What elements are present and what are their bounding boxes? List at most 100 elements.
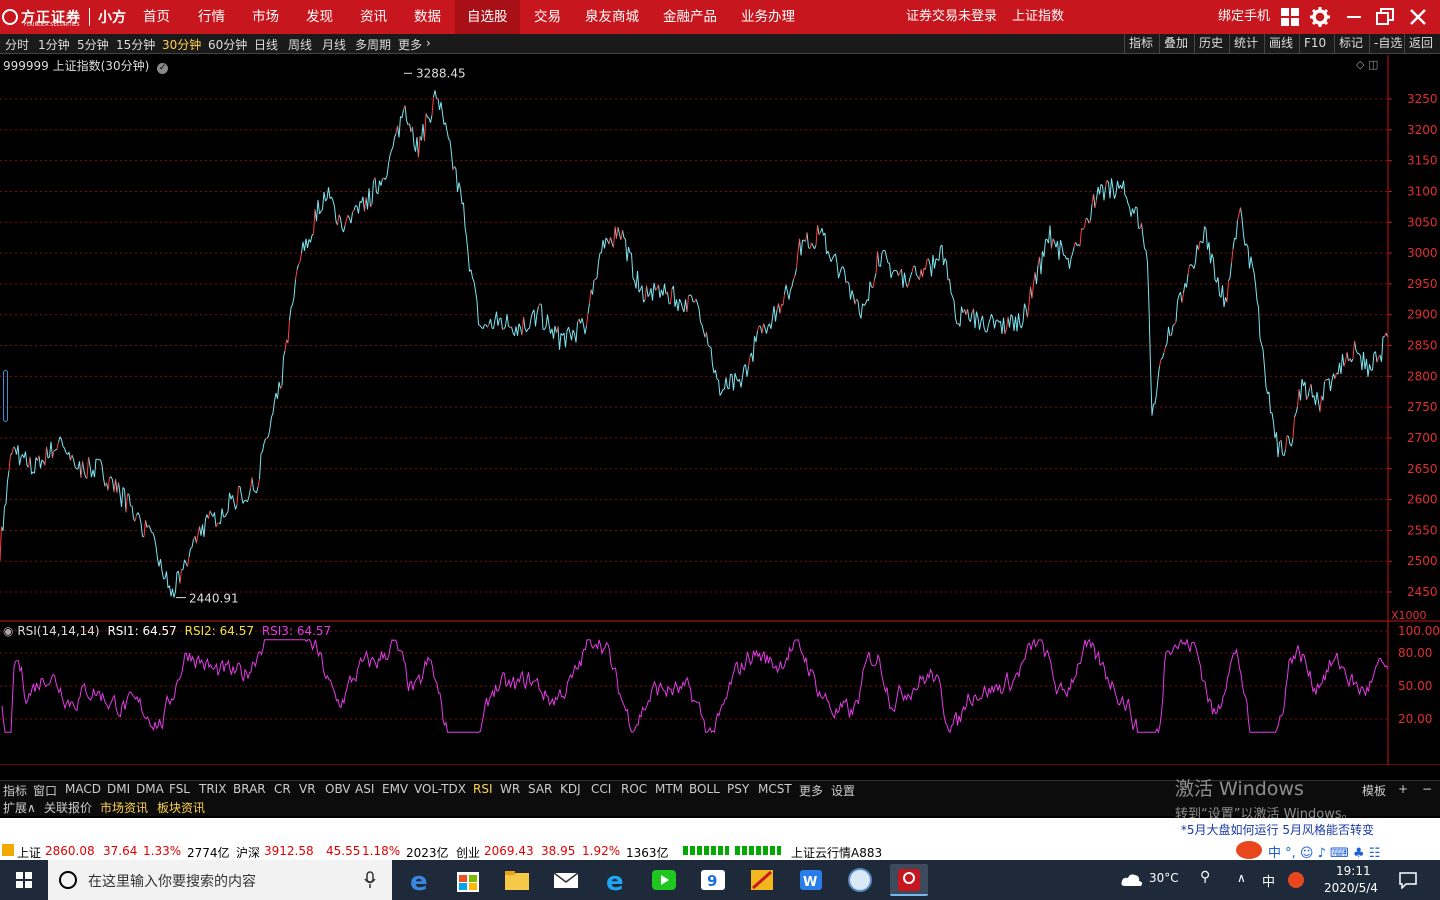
close-icon[interactable] <box>1407 6 1429 28</box>
clock-time[interactable]: 19:11 <box>1336 864 1371 878</box>
ime-indicator[interactable]: 中 <box>1262 871 1275 890</box>
indicator-tab[interactable]: OBV <box>325 782 351 796</box>
indicator-tab[interactable]: EMV <box>382 782 408 796</box>
indicator-tab[interactable]: CR <box>274 782 291 796</box>
chart-scroll-handle[interactable] <box>3 370 8 422</box>
topnav-item[interactable]: 发现 <box>294 0 345 34</box>
weather-temp[interactable]: 30°C <box>1149 871 1179 885</box>
grid-menu-icon[interactable] <box>1279 6 1301 28</box>
indicator-tab[interactable]: CCI <box>591 782 611 796</box>
cy-label[interactable]: 创业 <box>456 844 480 861</box>
store-icon[interactable] <box>449 864 487 896</box>
indicator-tab[interactable]: MCST <box>758 782 792 796</box>
indicator-tab[interactable]: VR <box>299 782 316 796</box>
hs-label[interactable]: 沪深 <box>236 844 260 861</box>
file-explorer-icon[interactable] <box>498 864 536 896</box>
rsi-collapse-icon[interactable]: ◉ <box>3 624 13 638</box>
topnav-item[interactable]: 行情 <box>186 0 237 34</box>
topnav-item[interactable]: 业务办理 <box>729 0 807 34</box>
edge-icon[interactable]: e <box>400 864 438 897</box>
toolbar-button[interactable]: 历史 <box>1194 34 1227 54</box>
add-indicator-button[interactable]: + <box>1398 782 1408 796</box>
restore-icon[interactable] <box>1374 6 1396 28</box>
brand-logo[interactable]: 方正证券 FOUNDER SECURITIES 小方 <box>2 4 126 30</box>
period-tab[interactable]: 日线 <box>254 36 278 53</box>
toolbar-button[interactable]: 返回 <box>1404 34 1437 54</box>
indicator-tab[interactable]: DMI <box>107 782 130 796</box>
title-check-icon[interactable]: ✓ <box>157 63 169 74</box>
gear-icon[interactable] <box>1309 6 1331 28</box>
server-name[interactable]: 上证云行情A883 <box>791 844 882 861</box>
topnav-item[interactable]: 数据 <box>402 0 453 34</box>
windows-start-icon[interactable] <box>0 860 48 900</box>
indicator-tab[interactable]: 窗口 <box>33 782 57 799</box>
news-link[interactable]: *5月大盘如何运行 5月风格能否转变 <box>1181 821 1374 838</box>
indicator-tab[interactable]: BRAR <box>233 782 266 796</box>
index-link[interactable]: 上证指数 <box>1012 0 1064 34</box>
period-tab[interactable]: 更多 <box>398 36 422 53</box>
indicator-tab[interactable]: 设置 <box>831 782 855 799</box>
indicator-tab[interactable]: TRIX <box>199 782 226 796</box>
period-tab[interactable]: 15分钟 <box>116 36 155 53</box>
indicator-tab[interactable]: MACD <box>65 782 101 796</box>
indicator-tab[interactable]: SAR <box>528 782 552 796</box>
notification-icon[interactable] <box>1398 871 1418 889</box>
topnav-item[interactable]: 首页 <box>131 0 182 34</box>
sh-label[interactable]: 上证 <box>17 844 41 861</box>
indicator-tab[interactable]: DMA <box>136 782 164 796</box>
login-status[interactable]: 证券交易未登录 <box>906 0 997 34</box>
toolbar-button[interactable]: 指标 <box>1124 34 1157 54</box>
sogou-tray-icon[interactable] <box>1288 872 1304 888</box>
indicator-tab[interactable]: MTM <box>655 782 683 796</box>
topnav-item[interactable]: 市场 <box>240 0 291 34</box>
indicator-tab[interactable]: ASI <box>355 782 374 796</box>
chart-mode-icons[interactable]: ◇ ◫ <box>1356 58 1378 71</box>
period-tab[interactable]: 5分钟 <box>77 36 109 53</box>
topnav-item[interactable]: 金融产品 <box>651 0 729 34</box>
toolbar-button[interactable]: 标记 <box>1334 34 1367 54</box>
period-tab[interactable]: 月线 <box>322 36 346 53</box>
weather-cloud-icon[interactable] <box>1120 872 1144 888</box>
indicator-tab[interactable]: KDJ <box>560 782 581 796</box>
extension-tab[interactable]: 板块资讯 <box>157 799 205 816</box>
toolbar-button[interactable]: 画线 <box>1264 34 1297 54</box>
mail-icon[interactable] <box>547 864 585 896</box>
indicator-tab[interactable]: VOL-TDX <box>414 782 466 796</box>
indicator-tab[interactable]: ROC <box>621 782 647 796</box>
ie-icon[interactable]: e <box>596 864 634 897</box>
extension-tab[interactable]: 市场资讯 <box>100 799 148 816</box>
period-tab[interactable]: 30分钟 <box>162 36 201 53</box>
topnav-item[interactable]: 资讯 <box>348 0 399 34</box>
period-tab[interactable]: 1分钟 <box>38 36 70 53</box>
app-9-icon[interactable]: 9 <box>694 864 732 896</box>
topnav-item[interactable]: 自选股 <box>455 0 520 34</box>
ime-toolbar-icons[interactable]: 中 °, ☺ ♪ ⌨ ♣ ☷ <box>1268 842 1380 861</box>
minimize-icon[interactable] <box>1343 6 1365 28</box>
indicator-tab[interactable]: 指标 <box>3 782 27 799</box>
period-tab[interactable]: 周线 <box>288 36 312 53</box>
sogou-ime-icon[interactable] <box>1236 841 1262 859</box>
remove-indicator-button[interactable]: − <box>1422 782 1432 796</box>
video-app-icon[interactable] <box>645 864 683 896</box>
period-tab[interactable]: 多周期 <box>355 36 391 53</box>
founder-app-icon[interactable] <box>890 864 928 896</box>
template-button[interactable]: 模板 <box>1362 782 1386 799</box>
toolbar-button[interactable]: 统计 <box>1229 34 1262 54</box>
notes-app-icon[interactable] <box>743 864 781 896</box>
topnav-item[interactable]: 交易 <box>522 0 573 34</box>
period-tab[interactable]: 分时 <box>5 36 29 53</box>
tray-expand-icon[interactable]: ∧ <box>1237 871 1246 885</box>
kline-chart[interactable]: 3250 3200 3150 3100 3050 3000 2950 2900 2850 2800… <box>0 55 1440 765</box>
indicator-tab[interactable]: 更多 <box>799 782 823 799</box>
chevron-right-icon[interactable]: › <box>426 36 431 50</box>
toolbar-button[interactable]: 叠加 <box>1159 34 1192 54</box>
period-tab[interactable]: 60分钟 <box>208 36 247 53</box>
indicator-tab[interactable]: PSY <box>727 782 749 796</box>
indicator-tab[interactable]: BOLL <box>689 782 720 796</box>
extension-tab[interactable]: 扩展∧ <box>3 799 36 816</box>
globe-app-icon[interactable] <box>841 864 879 896</box>
status-menu-icon[interactable] <box>2 844 14 856</box>
toolbar-button[interactable]: -自选 <box>1369 34 1406 54</box>
toolbar-button[interactable]: F10 <box>1299 34 1330 54</box>
taskbar-search[interactable]: 在这里输入你要搜索的内容 <box>48 860 392 900</box>
